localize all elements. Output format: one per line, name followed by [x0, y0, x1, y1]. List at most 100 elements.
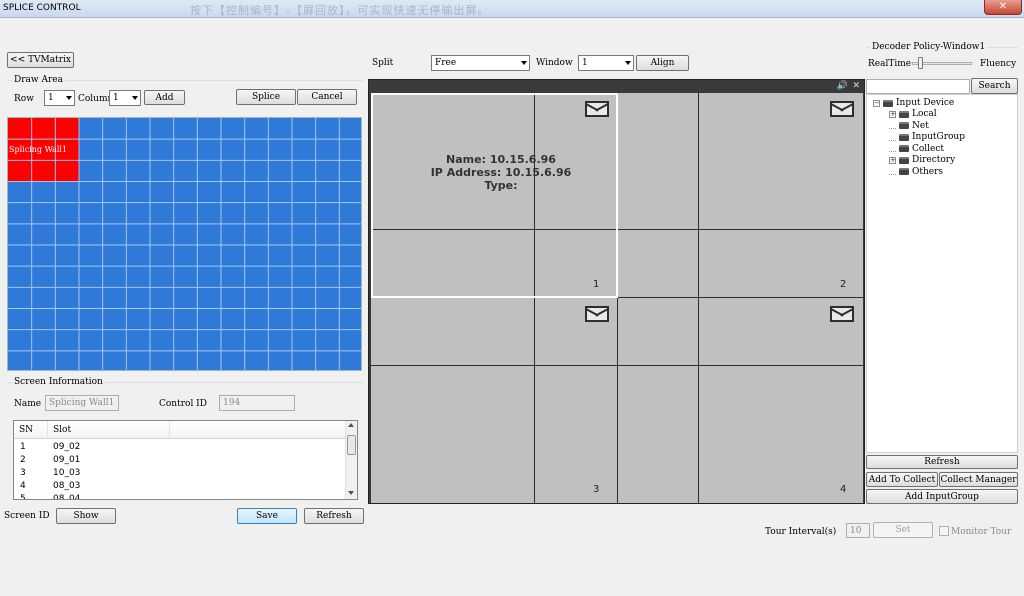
row-sn: 2 [20, 455, 26, 465]
tree-item-inputgroup[interactable]: InputGroup [889, 132, 965, 142]
tree-item-collect[interactable]: Collect [889, 144, 944, 154]
tree-item-others[interactable]: Others [889, 167, 943, 177]
table-row[interactable]: 4 08_03 [14, 480, 346, 493]
table-row[interactable]: 2 09_01 [14, 454, 346, 467]
window-select[interactable]: 1 [578, 55, 634, 71]
tree-item-label: Net [912, 120, 929, 131]
row-sn: 3 [20, 468, 26, 478]
tree-root-item[interactable]: − Input Device [873, 98, 954, 108]
draw-area-group: Draw Area [8, 75, 363, 85]
control-id-field[interactable]: 194 [219, 395, 295, 411]
name-label: Name [14, 399, 42, 409]
tree-connector [889, 122, 896, 129]
tree-item-directory[interactable]: + Directory [889, 155, 955, 165]
table-header-slot[interactable]: Slot [48, 421, 170, 439]
slot-table[interactable]: SN Slot 1 09_02 2 09_01 3 10_03 4 08_03 5 08_04 [13, 420, 358, 500]
tree-connector [889, 145, 896, 152]
window-info: Name: 10.15.6.96 IP Address: 10.15.6.96 … [411, 153, 591, 192]
tree-item-label: Local [912, 109, 937, 119]
envelope-icon [585, 306, 609, 322]
add-to-collect-button[interactable]: Add To Collect [866, 472, 938, 487]
tree-root-label: Input Device [896, 98, 955, 108]
add-button[interactable]: Add [144, 90, 185, 105]
row-slot: 10_03 [53, 468, 81, 478]
split-label: Split [372, 58, 394, 68]
window-title: SPLICE CONTROL [3, 3, 81, 13]
expand-icon[interactable]: + [889, 156, 896, 164]
selected-window-outline[interactable] [371, 93, 618, 298]
screen-info-group: Screen Information [8, 377, 363, 387]
expand-icon[interactable]: + [889, 110, 896, 118]
chevron-down-icon [521, 61, 527, 65]
tour-set-button[interactable]: Set [873, 522, 933, 538]
window-number-4: 4 [840, 484, 847, 495]
tvmatrix-button[interactable]: << TVMatrix [7, 52, 74, 68]
close-button[interactable]: ✕ [984, 0, 1022, 15]
split-select-value: Free [435, 58, 457, 68]
table-row[interactable]: 1 09_02 [14, 441, 346, 454]
refresh-left-button[interactable]: Refresh [304, 508, 364, 524]
title-bar [0, 0, 1024, 18]
background-hint-text: 按下【控制編号】-【屏回放】，可实现快速无停输出屏。 [190, 4, 490, 17]
window-info-type: Type: [484, 179, 518, 192]
add-inputgroup-button[interactable]: Add InputGroup [866, 489, 1018, 504]
window-number-1: 1 [593, 279, 600, 290]
search-input[interactable] [866, 79, 970, 94]
column-select[interactable]: 1 [109, 90, 141, 106]
save-button[interactable]: Save [237, 508, 297, 524]
window-number-2: 2 [840, 279, 847, 290]
tree-item-net[interactable]: Net [889, 121, 929, 131]
grid-line [371, 365, 863, 366]
row-select-value: 1 [48, 93, 54, 103]
search-button[interactable]: Search [971, 78, 1018, 94]
row-sn: 1 [20, 442, 26, 452]
chevron-down-icon [66, 96, 72, 100]
monitor-tour-checkbox[interactable] [939, 526, 949, 536]
input-device-tree[interactable]: − Input Device + Local Net InputGroup Collec… [866, 94, 1018, 453]
table-header-sn[interactable]: SN [14, 421, 48, 439]
row-select[interactable]: 1 [44, 90, 75, 106]
folder-icon [899, 122, 909, 129]
speaker-icon[interactable]: 🔊 [837, 81, 848, 91]
decoder-policy-title: Decoder Policy-Window1 [870, 42, 988, 52]
collect-manager-button[interactable]: Collect Manager [939, 472, 1018, 487]
row-slot: 08_04 [53, 494, 81, 500]
fluency-label: Fluency [980, 59, 1017, 69]
folder-icon [899, 168, 909, 175]
tree-item-label: Others [912, 166, 944, 177]
scroll-up-icon[interactable] [348, 423, 354, 427]
policy-slider-thumb[interactable] [918, 57, 923, 69]
envelope-icon [830, 101, 854, 117]
screen-id-label: Screen ID [4, 511, 50, 521]
grid-line [698, 93, 699, 503]
row-label: Row [14, 94, 34, 104]
cancel-button[interactable]: Cancel [297, 89, 357, 105]
scroll-thumb[interactable] [347, 435, 356, 455]
folder-icon [899, 133, 909, 141]
table-row[interactable]: 5 08_04 [14, 493, 346, 500]
video-grid[interactable]: Name: 10.15.6.96 IP Address: 10.15.6.96 … [371, 93, 863, 503]
video-wall-preview[interactable]: 🔊 ✕ Name: 10.15.6.96 IP Address: 10.15.6… [368, 79, 865, 504]
splice-button[interactable]: Splice [236, 89, 296, 105]
table-header-extra[interactable] [170, 421, 346, 439]
scroll-down-icon[interactable] [348, 491, 354, 495]
decoder-policy-group: Decoder Policy-Window1 [866, 42, 1018, 52]
tree-item-local[interactable]: + Local [889, 109, 937, 119]
draw-grid-svg[interactable] [8, 118, 362, 371]
name-field[interactable]: Splicing Wall1 [45, 395, 119, 411]
collapse-icon[interactable]: − [873, 99, 880, 107]
row-sn: 4 [20, 481, 26, 491]
table-row[interactable]: 3 10_03 [14, 467, 346, 480]
tour-interval-field[interactable]: 10 [846, 523, 870, 538]
row-slot: 09_02 [53, 442, 81, 452]
screen-info-title: Screen Information [12, 377, 105, 387]
split-select[interactable]: Free [431, 55, 530, 71]
close-icon[interactable]: ✕ [852, 81, 860, 91]
row-slot: 08_03 [53, 481, 81, 491]
table-scrollbar[interactable] [345, 421, 357, 499]
folder-icon [899, 110, 909, 118]
show-button[interactable]: Show [56, 508, 116, 524]
tree-refresh-button[interactable]: Refresh [866, 455, 1018, 469]
align-button[interactable]: Align [636, 55, 689, 71]
draw-area-grid[interactable]: Splicing Wall1 [7, 117, 362, 371]
